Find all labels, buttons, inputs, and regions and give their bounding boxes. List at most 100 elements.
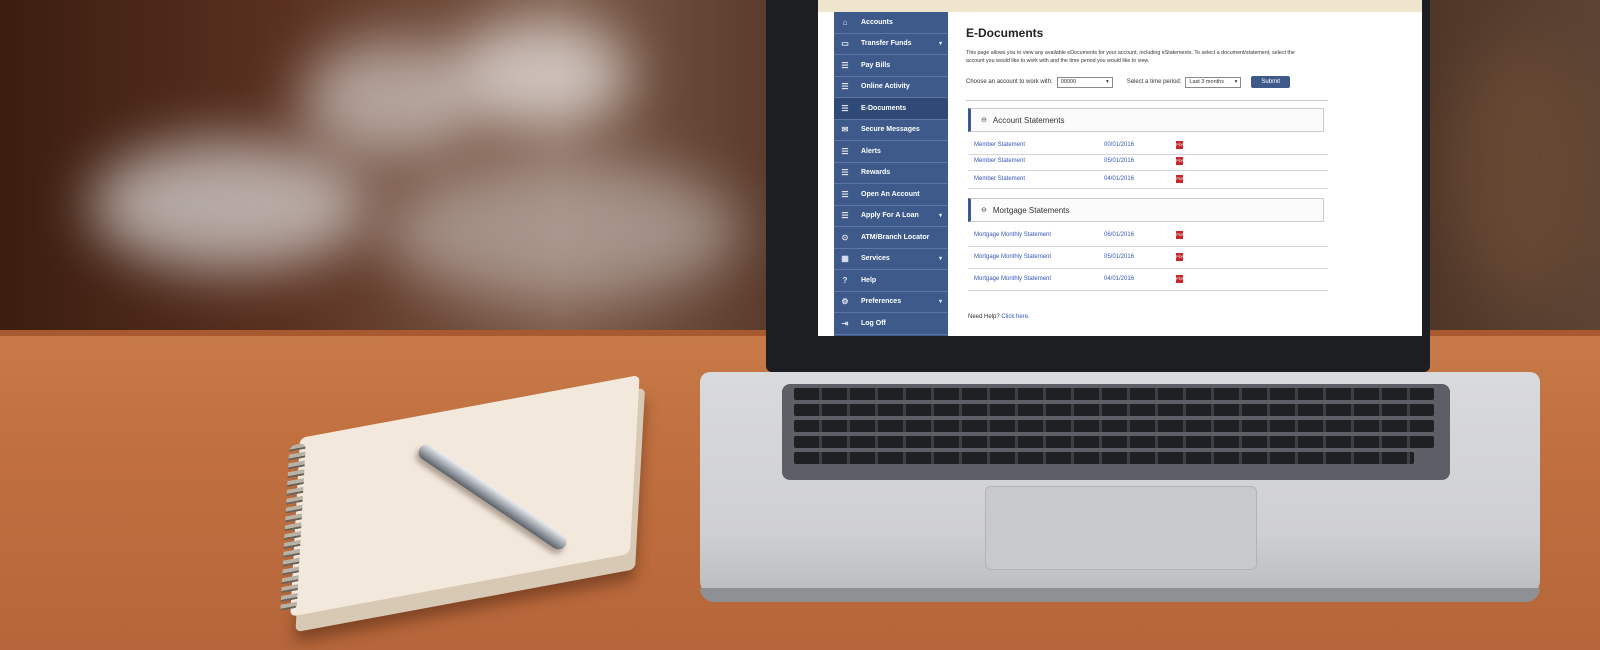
help-text: Need Help? bbox=[968, 314, 1000, 320]
divider bbox=[966, 100, 1328, 101]
period-select[interactable]: Last 3 months ▾ bbox=[1185, 76, 1242, 88]
home-icon: ⌂ bbox=[842, 17, 848, 27]
gear-icon: ⚙ bbox=[841, 297, 849, 307]
sidebar-item-online-activity[interactable]: ☰ Online Activity bbox=[834, 77, 948, 98]
key-row bbox=[794, 452, 1414, 464]
document-row: Mortgage Monthly Statement 05/01/2016 PD… bbox=[968, 250, 1328, 269]
document-row: Member Statement 05/01/2016 PDF bbox=[968, 154, 1328, 171]
sidebar-item-help[interactable]: ? Help bbox=[834, 270, 948, 292]
key-row bbox=[794, 436, 1434, 448]
sidebar-item-label: Alerts bbox=[861, 147, 881, 155]
pdf-icon[interactable]: PDF bbox=[1176, 275, 1184, 283]
sidebar-item-label: E-Documents bbox=[861, 104, 907, 112]
pdf-icon[interactable]: PDF bbox=[1176, 175, 1184, 183]
sidebar-item-label: Online Activity bbox=[861, 83, 910, 91]
menu-icon: ☰ bbox=[841, 168, 849, 178]
document-date: 04/01/2016 bbox=[1104, 176, 1135, 182]
blur-highlight bbox=[90, 140, 370, 270]
period-label: Select a time period: bbox=[1126, 79, 1182, 85]
section-title: Mortgage Statements bbox=[992, 205, 1070, 215]
browser-top-strip bbox=[818, 0, 1422, 12]
sidebar-item-e-documents[interactable]: ☰ E-Documents bbox=[834, 98, 948, 120]
chevron-down-icon: ▾ bbox=[1105, 79, 1109, 85]
sidebar-item-apply-for-a-loan[interactable]: ☰ Apply For A Loan ▾ bbox=[834, 206, 948, 227]
pdf-icon[interactable]: PDF bbox=[1176, 231, 1184, 239]
sidebar-item-label: Transfer Funds bbox=[861, 40, 912, 48]
blur-highlight bbox=[450, 20, 630, 130]
menu-icon: ☰ bbox=[841, 82, 849, 92]
document-link[interactable]: Member Statement bbox=[974, 142, 1025, 148]
account-label: Choose an account to work with: bbox=[966, 79, 1053, 85]
key-row bbox=[794, 388, 1434, 400]
sidebar-item-label: Pay Bills bbox=[861, 61, 891, 69]
document-date: 06/01/2016 bbox=[1104, 232, 1135, 238]
help-line: Need Help? Click here. bbox=[968, 314, 1030, 320]
help-link[interactable]: Click here. bbox=[1001, 314, 1029, 320]
sidebar-item-services[interactable]: ▦ Services ▾ bbox=[834, 249, 948, 270]
filter-form: Choose an account to work with: 00000 ▾ … bbox=[966, 76, 1291, 88]
sidebar-item-transfer-funds[interactable]: ▭ Transfer Funds ▾ bbox=[834, 34, 948, 55]
chevron-down-icon: ▾ bbox=[1234, 79, 1238, 85]
card-icon: ▭ bbox=[841, 39, 849, 49]
main-content: E-Documents This page allows you to view… bbox=[966, 12, 1406, 336]
blur-highlight bbox=[1450, 40, 1600, 300]
intro-text: This page allows you to view any availab… bbox=[966, 50, 1295, 64]
account-select[interactable]: 00000 ▾ bbox=[1056, 76, 1113, 88]
menu-icon: ☰ bbox=[841, 60, 849, 70]
pdf-icon[interactable]: PDF bbox=[1176, 253, 1184, 261]
key-row bbox=[794, 420, 1434, 432]
submit-button[interactable]: Submit bbox=[1251, 76, 1291, 88]
sidebar-item-open-an-account[interactable]: ☰ Open An Account bbox=[834, 184, 948, 206]
sidebar-item-label: Services bbox=[861, 255, 890, 263]
document-date: 00/01/2016 bbox=[1104, 142, 1135, 148]
sidebar-item-atm-branch-locator[interactable]: ⊙ ATM/Branch Locator bbox=[834, 227, 948, 249]
chevron-down-icon: ▾ bbox=[938, 299, 942, 306]
logout-icon: ⇥ bbox=[841, 318, 849, 328]
sidebar-item-pay-bills[interactable]: ☰ Pay Bills bbox=[834, 55, 948, 77]
document-row: Member Statement 04/01/2016 PDF bbox=[968, 172, 1328, 189]
blur-highlight bbox=[380, 160, 740, 300]
sidebar-item-accounts[interactable]: ⌂ Accounts bbox=[834, 12, 948, 34]
laptop-screen: ⌂ Accounts ▭ Transfer Funds ▾ ☰ Pay Bills ☰ Onli… bbox=[818, 0, 1422, 336]
account-select-value: 00000 bbox=[1060, 79, 1077, 85]
sidebar-item-alerts[interactable]: ☰ Alerts bbox=[834, 141, 948, 163]
sidebar-item-rewards[interactable]: ☰ Rewards bbox=[834, 163, 948, 184]
key-row bbox=[794, 404, 1434, 416]
document-link[interactable]: Mortgage Monthly Statement bbox=[974, 254, 1051, 260]
sidebar-item-label: Preferences bbox=[861, 298, 902, 306]
period-select-value: Last 3 months bbox=[1189, 79, 1224, 85]
sidebar-item-secure-messages[interactable]: ✉ Secure Messages bbox=[834, 120, 948, 141]
pdf-icon[interactable]: PDF bbox=[1176, 157, 1184, 165]
chevron-down-icon: ▾ bbox=[938, 256, 942, 263]
document-date: 05/01/2016 bbox=[1104, 158, 1135, 164]
menu-icon: ☰ bbox=[841, 211, 849, 221]
sidebar-item-preferences[interactable]: ⚙ Preferences ▾ bbox=[834, 292, 948, 313]
help-icon: ? bbox=[842, 275, 848, 285]
sidebar-item-label: Help bbox=[861, 276, 877, 284]
laptop-base-edge bbox=[700, 588, 1540, 602]
mortgage-statements-header[interactable]: ⊖ Mortgage Statements bbox=[968, 198, 1324, 222]
chevron-down-icon: ▾ bbox=[938, 41, 942, 48]
location-pin-icon: ⊙ bbox=[841, 232, 849, 242]
sidebar-item-label: Rewards bbox=[861, 169, 891, 177]
document-link[interactable]: Mortgage Monthly Statement bbox=[974, 232, 1051, 238]
menu-icon: ☰ bbox=[841, 189, 849, 199]
trackpad bbox=[985, 486, 1257, 570]
menu-icon: ☰ bbox=[841, 146, 849, 156]
document-link[interactable]: Member Statement bbox=[974, 176, 1025, 182]
document-link[interactable]: Member Statement bbox=[974, 158, 1025, 164]
sidebar-item-log-off[interactable]: ⇥ Log Off bbox=[834, 313, 948, 335]
sidebar-item-label: Accounts bbox=[861, 18, 893, 26]
pdf-icon[interactable]: PDF bbox=[1176, 141, 1184, 149]
chevron-down-icon: ▾ bbox=[938, 213, 942, 220]
page-title: E-Documents bbox=[966, 26, 1044, 40]
calendar-icon: ▦ bbox=[841, 254, 849, 264]
document-row: Mortgage Monthly Statement 04/01/2016 PD… bbox=[968, 272, 1328, 291]
document-link[interactable]: Mortgage Monthly Statement bbox=[974, 276, 1051, 282]
menu-icon: ☰ bbox=[841, 103, 849, 113]
document-row: Member Statement 00/01/2016 PDF bbox=[968, 138, 1328, 155]
sidebar-item-label: ATM/Branch Locator bbox=[861, 233, 930, 241]
account-statements-header[interactable]: ⊖ Account Statements bbox=[968, 108, 1324, 132]
sidebar-item-label: Log Off bbox=[861, 319, 886, 327]
document-row: Mortgage Monthly Statement 06/01/2016 PD… bbox=[968, 228, 1328, 247]
